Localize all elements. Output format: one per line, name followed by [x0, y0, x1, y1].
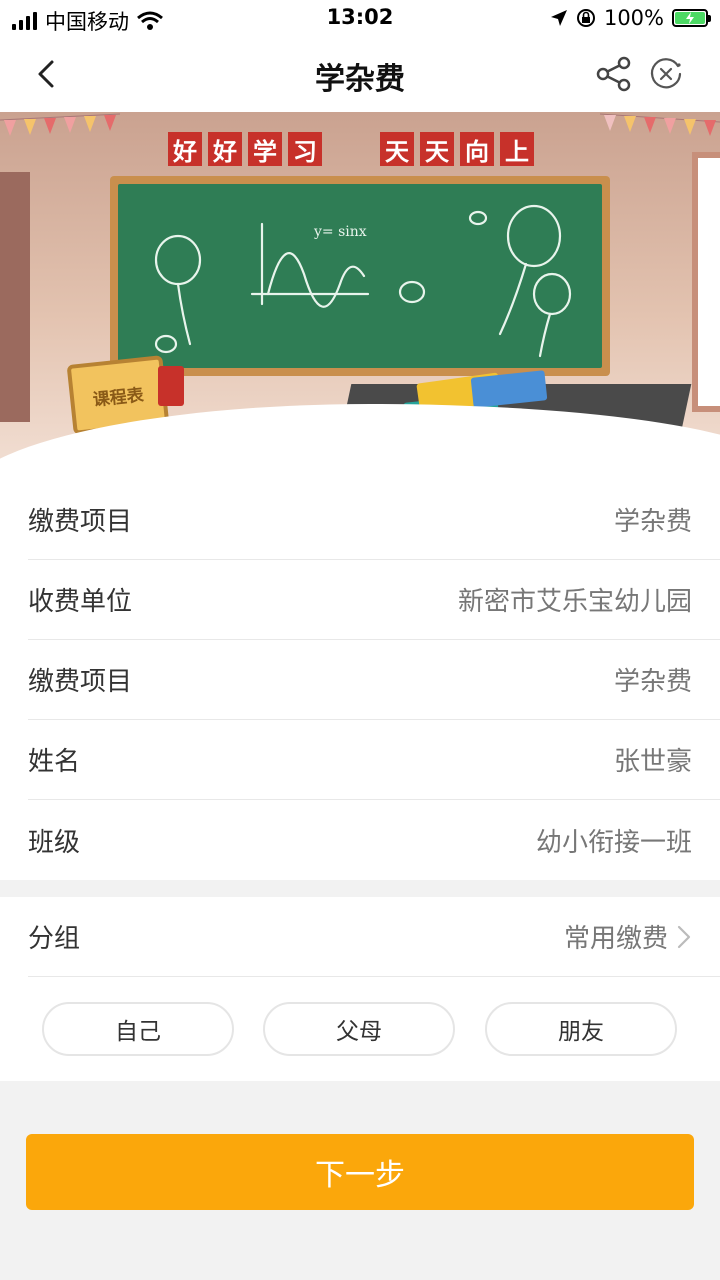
next-step-button[interactable]: 下一步 [26, 1134, 694, 1210]
info-label: 收费单位 [28, 587, 133, 617]
info-label: 缴费项目 [28, 667, 133, 697]
info-value: 学杂费 [613, 667, 692, 697]
info-value: 幼小衔接一班 [535, 827, 692, 858]
group-section: 分组 常用缴费 自己 父母 朋友 [0, 897, 720, 1081]
info-value: 张世豪 [613, 747, 692, 777]
share-icon[interactable] [594, 54, 634, 94]
group-chip-friends[interactable]: 朋友 [485, 1002, 677, 1056]
bunting-right [600, 113, 720, 136]
slogan-char: 向 [460, 132, 494, 166]
status-right: 100% [550, 6, 711, 30]
battery-label: 100% [603, 6, 664, 30]
info-row-name: 姓名 张世豪 [28, 720, 720, 800]
slogan-char: 好 [208, 132, 242, 166]
classroom-window [692, 152, 720, 412]
nav-bar: 学杂费 [0, 36, 720, 112]
group-value-wrap[interactable]: 常用缴费 [564, 918, 692, 955]
group-chip-self[interactable]: 自己 [42, 1002, 234, 1056]
slogan-char: 天 [380, 132, 414, 166]
info-label: 缴费项目 [28, 507, 133, 537]
slogan-char: 好 [168, 132, 202, 166]
orientation-lock-icon [576, 9, 595, 27]
info-label: 姓名 [28, 747, 81, 777]
info-label: 班级 [28, 827, 81, 858]
pencil-cup [158, 366, 184, 406]
info-row-payment-item: 缴费项目 学杂费 [28, 480, 720, 560]
bunting-left [0, 113, 120, 136]
location-icon [550, 10, 567, 26]
info-row-class: 班级 幼小衔接一班 [28, 800, 720, 880]
slogan-char: 学 [248, 132, 282, 166]
group-selector[interactable]: 分组 常用缴费 [28, 897, 720, 977]
info-value: 新密市艾乐宝幼儿园 [457, 587, 692, 617]
slogan-char: 天 [420, 132, 454, 166]
battery-charging-icon [672, 9, 711, 27]
group-label: 分组 [28, 924, 81, 954]
chalkboard: y= sinx [110, 176, 610, 376]
classroom-door [0, 172, 30, 422]
banner-illustration: 好 好 学 习 天 天 向 上 y= sinx 课程表 [0, 112, 720, 482]
chevron-right-icon [677, 925, 691, 948]
chip-label: 父母 [336, 1019, 382, 1045]
chalk-drawing [154, 204, 572, 358]
status-bar: 中国移动 13:02 100% [0, 0, 720, 36]
info-row-payee: 收费单位 新密市艾乐宝幼儿园 [28, 560, 720, 640]
slogan-char: 上 [500, 132, 534, 166]
close-circle-icon[interactable] [648, 56, 684, 92]
timetable-label: 课程表 [91, 384, 145, 411]
group-value: 常用缴费 [563, 924, 668, 954]
chip-label: 朋友 [558, 1019, 604, 1045]
next-step-label: 下一步 [315, 1158, 405, 1193]
group-chip-parents[interactable]: 父母 [263, 1002, 455, 1056]
chip-label: 自己 [115, 1019, 161, 1045]
board-formula: y= sinx [314, 224, 367, 240]
info-row-payment-item: 缴费项目 学杂费 [28, 640, 720, 720]
slogan-right: 天 天 向 上 [380, 132, 534, 166]
slogan-char: 习 [288, 132, 322, 166]
payment-info-list: 缴费项目 学杂费 收费单位 新密市艾乐宝幼儿园 缴费项目 学杂费 姓名 张世豪 … [0, 480, 720, 880]
info-value: 学杂费 [613, 507, 692, 537]
chalkboard-surface: y= sinx [118, 184, 602, 368]
slogan-left: 好 好 学 习 [168, 132, 322, 166]
